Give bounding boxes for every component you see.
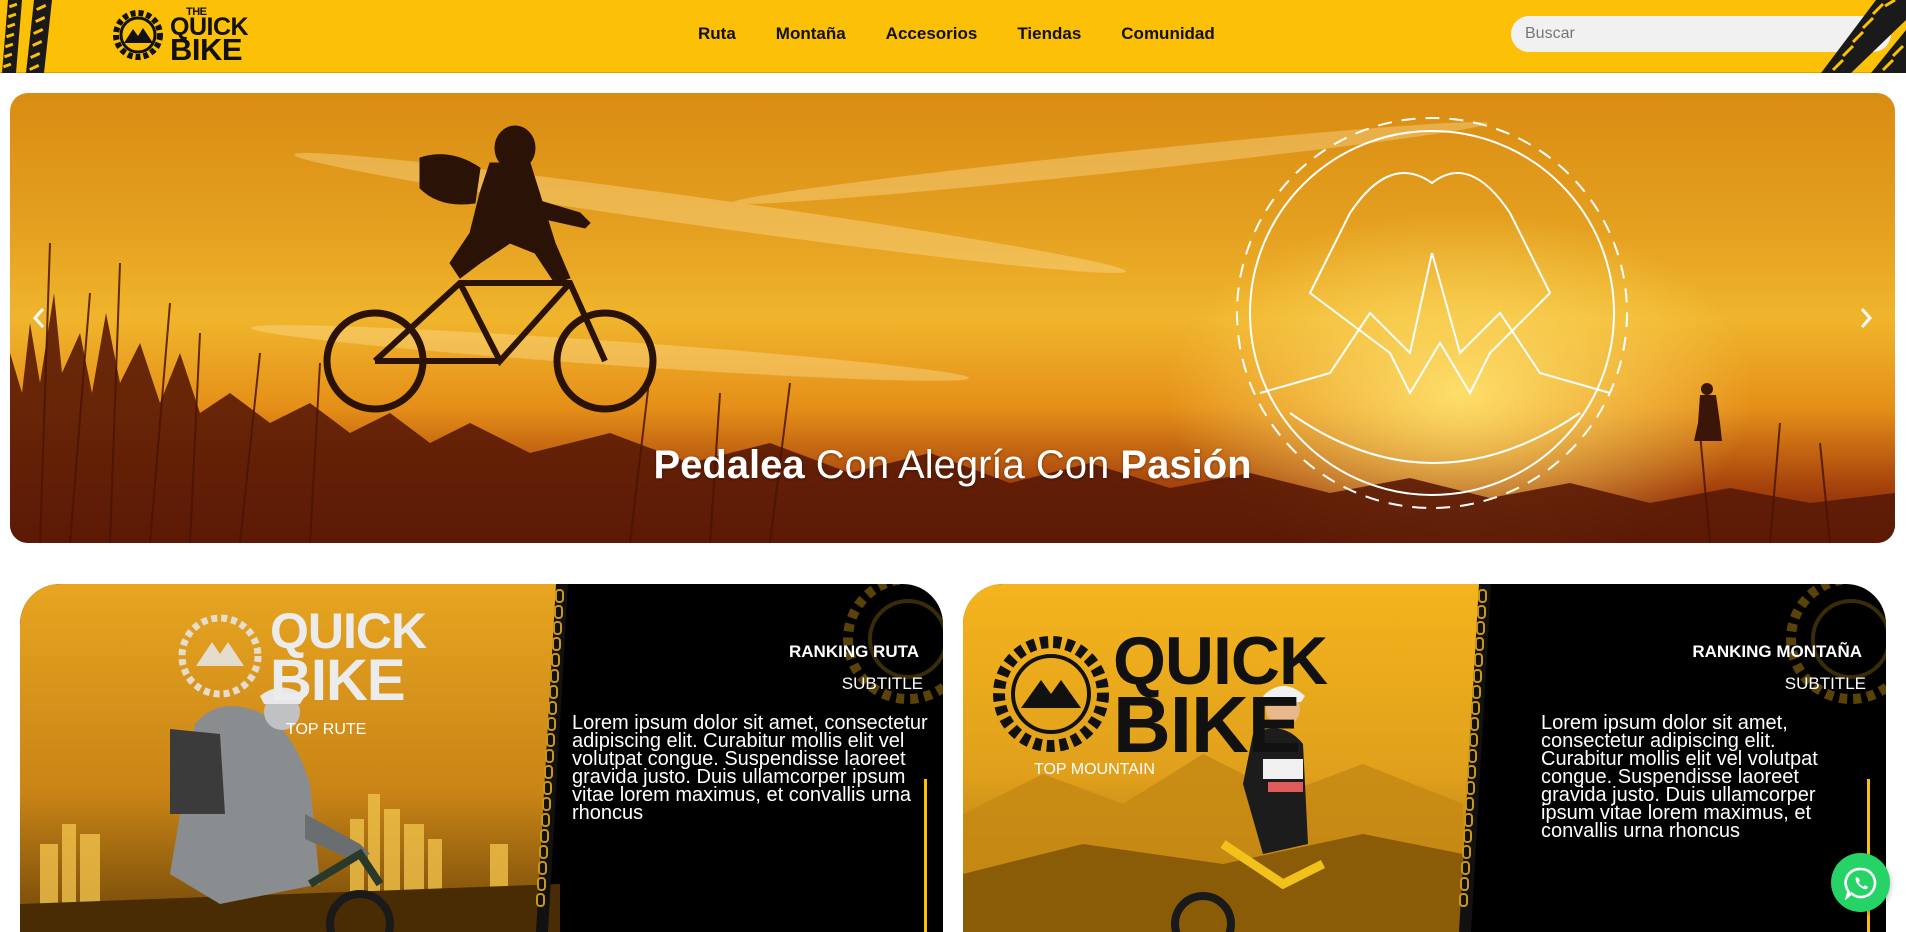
site-header: THE QUICK BIKE Ruta Montaña Accesorios T…	[0, 0, 1906, 73]
main-nav: Ruta Montaña Accesorios Tiendas Comunida…	[698, 0, 1215, 67]
nav-item-tiendas[interactable]: Tiendas	[1017, 24, 1081, 44]
tire-track-decoration	[0, 0, 58, 73]
card-tag: TOP RUTE	[286, 721, 367, 738]
hero-caption: Pedalea Con Alegría Con Pasión	[10, 443, 1895, 488]
hero-caption-bold-2: Pasión	[1120, 443, 1252, 487]
chain-decoration	[536, 584, 568, 932]
carousel-prev-button[interactable]	[24, 301, 54, 335]
card-subtitle: SUBTITLE	[1784, 674, 1866, 693]
hero-caption-bold-1: Pedalea	[653, 443, 805, 487]
card-text: Lorem ipsum dolor sit amet, consectetur …	[1541, 712, 1818, 842]
nav-item-montana[interactable]: Montaña	[776, 24, 846, 44]
card-image: QUICK BIKE	[963, 584, 1483, 932]
whatsapp-button[interactable]	[1831, 853, 1890, 912]
nav-item-accesorios[interactable]: Accesorios	[886, 24, 978, 44]
ranking-card-montana[interactable]: QUICK BIKE TOP MOUNTAIN RANKING MONTAÑA …	[963, 584, 1886, 932]
logo-bike: BIKE	[170, 32, 243, 68]
gear-mountain-logo-icon	[113, 10, 163, 60]
card-title: RANKING RUTA	[788, 642, 919, 661]
tire-track-decoration	[1781, 0, 1906, 73]
whatsapp-icon	[1843, 867, 1876, 900]
card-title: RANKING MONTAÑA	[1692, 642, 1862, 661]
card-text: Lorem ipsum dolor sit amet, consectetur …	[572, 712, 928, 824]
hero-carousel: Pedalea Con Alegría Con Pasión	[10, 93, 1895, 543]
chevron-right-icon	[1860, 308, 1873, 328]
card-tag: TOP MOUNTAIN	[1034, 761, 1155, 778]
ranking-card-ruta[interactable]: QUICK BIKE TOP RUTE RANKING RUTA SUBTITL…	[20, 584, 943, 932]
card-subtitle: SUBTITLE	[841, 674, 923, 693]
nav-item-comunidad[interactable]: Comunidad	[1121, 24, 1215, 44]
hero-caption-regular: Con Alegría Con	[804, 443, 1121, 487]
chevron-left-icon	[32, 308, 45, 328]
chain-decoration	[1459, 584, 1491, 932]
nav-item-ruta[interactable]: Ruta	[698, 24, 736, 44]
card-logo-line2: BIKE	[270, 648, 405, 713]
card-logo-line2: BIKE	[1113, 680, 1300, 769]
card-image: QUICK BIKE	[20, 584, 560, 932]
carousel-next-button[interactable]	[1851, 301, 1881, 335]
site-logo[interactable]: THE QUICK BIKE	[112, 6, 272, 68]
card-accent-line	[924, 779, 927, 932]
